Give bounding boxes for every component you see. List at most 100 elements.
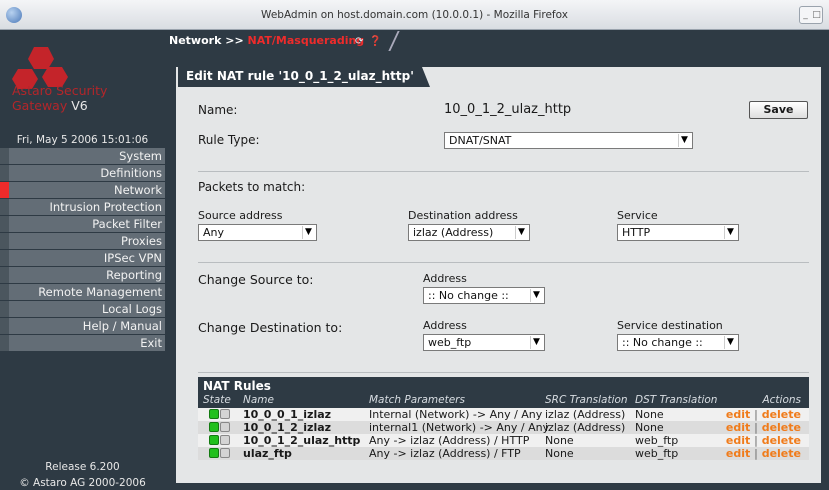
- delete-link[interactable]: delete: [762, 408, 801, 421]
- sidebar-item-label: Intrusion Protection: [49, 200, 162, 214]
- table-row: ulaz_ftp Any -> izlaz (Address) / FTP No…: [198, 447, 809, 460]
- sidebar-menu: System Definitions Network Intrusion Pro…: [0, 148, 165, 352]
- sidebar-item-ipsec-vpn[interactable]: IPSec VPN: [0, 250, 165, 267]
- change-source-address-value: :: No change ::: [428, 289, 509, 302]
- release-version: Release 6.200: [45, 461, 120, 473]
- rule-match: internal1 (Network) -> Any / Any: [369, 421, 550, 434]
- copyright: © Astaro AG 2000-2006: [19, 477, 146, 489]
- delete-link[interactable]: delete: [762, 434, 801, 447]
- change-source-address-select[interactable]: :: No change :: ▼: [423, 287, 545, 304]
- brand-line1: Astaro Security: [12, 83, 108, 98]
- window-titlebar: WebAdmin on host.domain.com (10.0.0.1) -…: [0, 0, 829, 30]
- dropdown-arrow-icon: ▼: [530, 289, 542, 302]
- change-destination-address-select[interactable]: web_ftp ▼: [423, 334, 545, 351]
- edit-link[interactable]: edit: [726, 408, 750, 421]
- refresh-icon[interactable]: ⟳: [355, 36, 363, 47]
- state-toggle[interactable]: [209, 448, 231, 461]
- state-on-icon: [209, 435, 219, 445]
- menu-marker: [0, 165, 9, 181]
- rule-match: Internal (Network) -> Any / Any: [369, 408, 543, 421]
- menu-marker: [0, 318, 9, 334]
- service-label: Service: [617, 209, 658, 222]
- rule-type-label: Rule Type:: [198, 133, 260, 147]
- minimize-icon[interactable]: _: [800, 7, 811, 23]
- save-button[interactable]: Save: [749, 101, 808, 119]
- source-address-select[interactable]: Any ▼: [198, 224, 317, 241]
- breadcrumb-path: Network >> NAT/Masquerading: [165, 33, 368, 49]
- sidebar-item-help-manual[interactable]: Help / Manual: [0, 318, 165, 335]
- state-on-icon: [209, 448, 219, 458]
- menu-marker: [0, 301, 9, 317]
- breadcrumb-parent[interactable]: Network: [169, 34, 221, 47]
- table-row: 10_0_1_2_ulaz_http Any -> izlaz (Address…: [198, 434, 809, 447]
- maximize-icon[interactable]: □: [811, 7, 822, 23]
- state-off-icon: [220, 422, 230, 432]
- service-value: HTTP: [622, 226, 651, 239]
- sidebar-item-label: IPSec VPN: [103, 251, 162, 265]
- sidebar-item-system[interactable]: System: [0, 148, 165, 165]
- rule-dst: None: [635, 408, 664, 421]
- rule-src: izlaz (Address): [545, 408, 626, 421]
- delete-link[interactable]: delete: [762, 447, 801, 460]
- change-destination-address-label: Address: [423, 319, 467, 332]
- rule-match: Any -> izlaz (Address) / HTTP: [369, 434, 530, 447]
- column-header-dst: DST Translation: [635, 394, 718, 406]
- table-row: 10_0_0_1_izlaz Internal (Network) -> Any…: [198, 408, 809, 421]
- service-select[interactable]: HTTP ▼: [617, 224, 739, 241]
- row-actions: edit | delete: [726, 434, 801, 447]
- table-row: 10_0_1_2_izlaz internal1 (Network) -> An…: [198, 421, 809, 434]
- column-header-match: Match Parameters: [369, 394, 465, 406]
- help-icon[interactable]: ❓: [369, 36, 381, 47]
- sidebar-item-label: Help / Manual: [82, 319, 162, 333]
- rule-match: Any -> izlaz (Address) / FTP: [369, 447, 521, 460]
- sidebar-item-intrusion-protection[interactable]: Intrusion Protection: [0, 199, 165, 216]
- sidebar-item-exit[interactable]: Exit: [0, 335, 165, 352]
- sidebar-item-label: System: [119, 149, 162, 163]
- sidebar-item-definitions[interactable]: Definitions: [0, 165, 165, 182]
- sidebar-item-packet-filter[interactable]: Packet Filter: [0, 216, 165, 233]
- packets-to-match-label: Packets to match:: [198, 180, 306, 194]
- sidebar-item-label: Definitions: [100, 166, 162, 180]
- rule-name: ulaz_ftp: [243, 447, 292, 460]
- dropdown-arrow-icon: ▼: [724, 336, 736, 349]
- edit-link[interactable]: edit: [726, 447, 750, 460]
- dropdown-arrow-icon: ▼: [530, 336, 542, 349]
- breadcrumb-current: NAT/Masquerading: [247, 34, 365, 47]
- panel-title: Edit NAT rule '10_0_1_2_ulaz_http': [178, 67, 430, 87]
- divider: [198, 262, 809, 263]
- brand-name: Astaro Security Gateway V6: [12, 83, 107, 113]
- sidebar-item-remote-management[interactable]: Remote Management: [0, 284, 165, 301]
- column-header-state: State: [203, 394, 231, 406]
- row-actions: edit | delete: [726, 421, 801, 434]
- rule-type-value: DNAT/SNAT: [449, 134, 512, 147]
- change-source-label: Change Source to:: [198, 272, 314, 287]
- nat-rules-title: NAT Rules: [203, 379, 271, 393]
- row-actions: edit | delete: [726, 408, 801, 421]
- sidebar-item-network[interactable]: Network: [0, 182, 165, 199]
- column-header-src: SRC Translation: [545, 394, 628, 406]
- window-buttons[interactable]: _ □: [799, 6, 823, 24]
- sidebar-item-reporting[interactable]: Reporting: [0, 267, 165, 284]
- dropdown-arrow-icon: ▼: [515, 226, 527, 239]
- action-separator: |: [754, 434, 758, 447]
- rule-src: izlaz (Address): [545, 421, 626, 434]
- service-destination-label: Service destination: [617, 319, 723, 332]
- rule-type-select[interactable]: DNAT/SNAT ▼: [444, 132, 693, 149]
- window-title: WebAdmin on host.domain.com (10.0.0.1) -…: [261, 9, 568, 21]
- menu-marker: [0, 335, 9, 351]
- nat-rules-table: NAT Rules State Name Match Parameters SR…: [198, 377, 809, 460]
- state-off-icon: [220, 435, 230, 445]
- service-destination-select[interactable]: :: No change :: ▼: [617, 334, 739, 351]
- sidebar-item-local-logs[interactable]: Local Logs: [0, 301, 165, 318]
- breadcrumb: Network >> NAT/Masquerading ⟳ ❓: [165, 31, 829, 51]
- rule-src: None: [545, 447, 574, 460]
- rule-name: 10_0_0_1_izlaz: [243, 408, 332, 421]
- sidebar-item-proxies[interactable]: Proxies: [0, 233, 165, 250]
- edit-link[interactable]: edit: [726, 434, 750, 447]
- state-on-icon: [209, 409, 219, 419]
- breadcrumb-divider: [388, 31, 400, 51]
- source-address-label: Source address: [198, 209, 283, 222]
- delete-link[interactable]: delete: [762, 421, 801, 434]
- destination-address-select[interactable]: izlaz (Address) ▼: [408, 224, 530, 241]
- edit-link[interactable]: edit: [726, 421, 750, 434]
